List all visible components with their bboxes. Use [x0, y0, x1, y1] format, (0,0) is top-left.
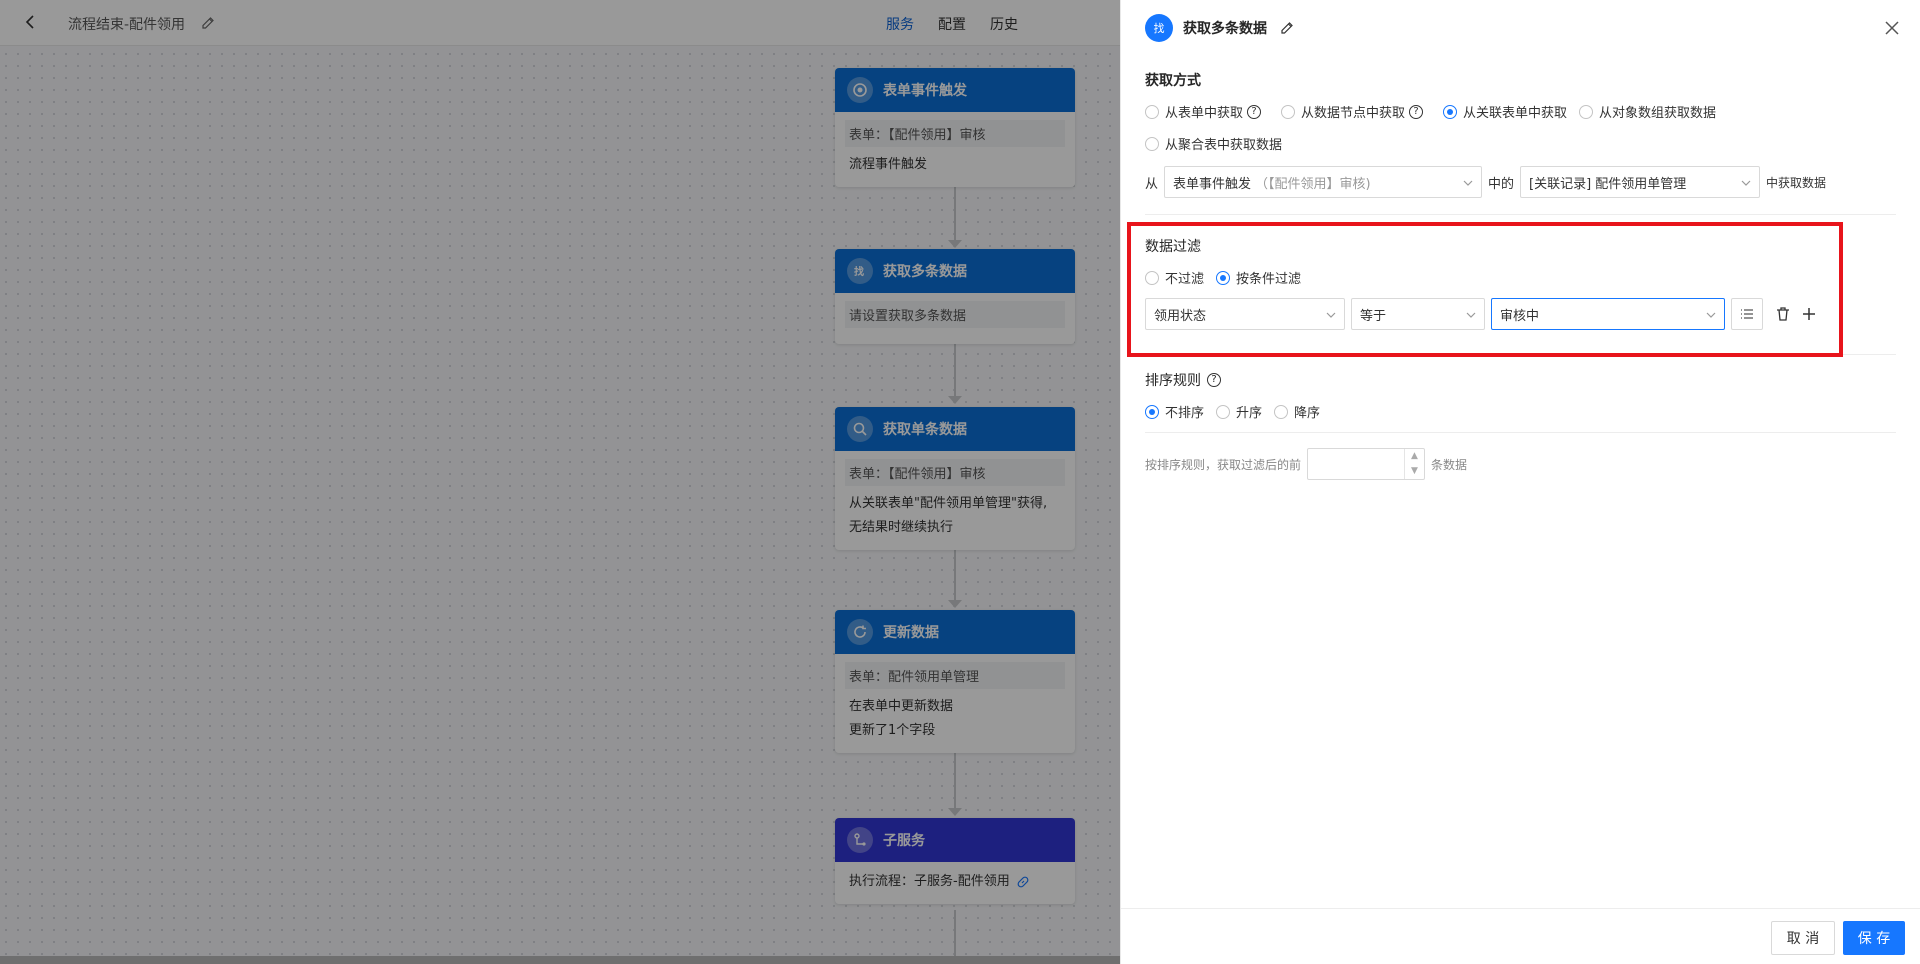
radio-circle [1145, 104, 1159, 119]
fetch-method-options: 从表单中获取? 从数据节点中获取? 从关联表单中获取 从对象数组获取数据 [1145, 102, 1728, 121]
radio-label: 从表单中获取 [1165, 106, 1244, 121]
source-node-sub: （【配件领用】审核) [1255, 176, 1371, 192]
highlight-annotation-box [1127, 222, 1843, 357]
node-settings-drawer: 找 获取多条数据 获取方式 从表单中获取? 从数据节点中获取? 从关联表单中获取… [1120, 0, 1920, 964]
source-row: 从 表单事件触发 （【配件领用】审核) 中的 [关联记录] 配件领用单管理 中获… [1145, 166, 1826, 198]
radio-circle [1216, 404, 1231, 419]
edit-node-name-icon[interactable] [1279, 20, 1295, 36]
chevron-down-icon [1741, 180, 1751, 186]
radio-label: 从聚合表中获取数据 [1165, 138, 1283, 153]
help-icon[interactable]: ? [1409, 104, 1424, 119]
limit-number-input[interactable]: ▲ ▼ [1307, 448, 1426, 480]
radio-from-form[interactable]: 从表单中获取? [1145, 102, 1269, 121]
radio-from-related-form[interactable]: 从关联表单中获取 [1443, 102, 1567, 121]
step-up-icon[interactable]: ▲ [1405, 449, 1424, 464]
radio-no-sort[interactable]: 不排序 [1145, 402, 1204, 421]
radio-circle-selected [1145, 404, 1159, 419]
sort-rule-text: 排序规则 [1145, 373, 1201, 389]
sort-options: 不排序 升序 降序 [1145, 402, 1332, 421]
middle-label: 中的 [1488, 176, 1515, 192]
radio-circle [1579, 104, 1594, 119]
suffix-label: 中获取数据 [1766, 175, 1827, 190]
save-button[interactable]: 保 存 [1843, 921, 1905, 955]
close-icon[interactable] [1882, 18, 1902, 38]
chevron-down-icon [1463, 180, 1473, 186]
horizontal-scrollbar[interactable] [0, 956, 1120, 964]
radio-label: 从关联表单中获取 [1463, 106, 1568, 121]
radio-label: 升序 [1236, 406, 1263, 421]
divider [1145, 214, 1896, 215]
radio-circle [1145, 136, 1159, 151]
drawer-title: 获取多条数据 [1183, 21, 1267, 37]
radio-from-data-node[interactable]: 从数据节点中获取? [1281, 102, 1431, 121]
divider [1145, 432, 1896, 433]
radio-circle [1281, 104, 1296, 119]
number-stepper[interactable]: ▲ ▼ [1404, 449, 1424, 479]
source-node-value: 表单事件触发 [1173, 176, 1252, 192]
limit-prefix: 按排序规则，获取过滤后的前 [1145, 457, 1302, 472]
cancel-button[interactable]: 取 消 [1771, 921, 1835, 955]
radio-circle-selected [1443, 104, 1458, 119]
limit-row: 按排序规则，获取过滤后的前 ▲ ▼ 条数据 [1145, 448, 1467, 480]
modal-mask[interactable] [0, 0, 1120, 964]
relation-value: [关联记录] 配件领用单管理 [1529, 176, 1687, 192]
radio-descending[interactable]: 降序 [1274, 402, 1320, 421]
radio-ascending[interactable]: 升序 [1216, 402, 1262, 421]
drawer-header: 找 获取多条数据 [1145, 14, 1295, 42]
radio-label: 从数据节点中获取 [1301, 106, 1406, 121]
source-node-select[interactable]: 表单事件触发 （【配件领用】审核) [1164, 166, 1483, 198]
fetch-method-options-row2: 从聚合表中获取数据 [1145, 134, 1294, 153]
limit-suffix: 条数据 [1431, 457, 1468, 472]
get-multiple-data-icon: 找 [1145, 14, 1173, 42]
radio-label: 降序 [1294, 406, 1321, 421]
sort-rule-label: 排序规则 ? [1145, 370, 1229, 390]
step-down-icon[interactable]: ▼ [1405, 464, 1424, 479]
radio-from-aggregate-table[interactable]: 从聚合表中获取数据 [1145, 134, 1282, 153]
flow-canvas[interactable]: 流程结束-配件领用 服务 配置 历史 表单事件触发 表单：【配件领用】审核 流程… [0, 0, 1120, 964]
drawer-footer: 取 消 保 存 [1121, 908, 1920, 964]
radio-circle [1274, 404, 1289, 419]
help-icon[interactable]: ? [1207, 373, 1221, 387]
radio-from-object-array[interactable]: 从对象数组获取数据 [1579, 102, 1716, 121]
fetch-method-label: 获取方式 [1145, 73, 1201, 89]
from-label: 从 [1145, 176, 1159, 192]
radio-label: 从对象数组获取数据 [1599, 106, 1717, 121]
relation-select[interactable]: [关联记录] 配件领用单管理 [1520, 166, 1761, 198]
radio-label: 不排序 [1165, 406, 1205, 421]
help-icon[interactable]: ? [1247, 104, 1262, 119]
